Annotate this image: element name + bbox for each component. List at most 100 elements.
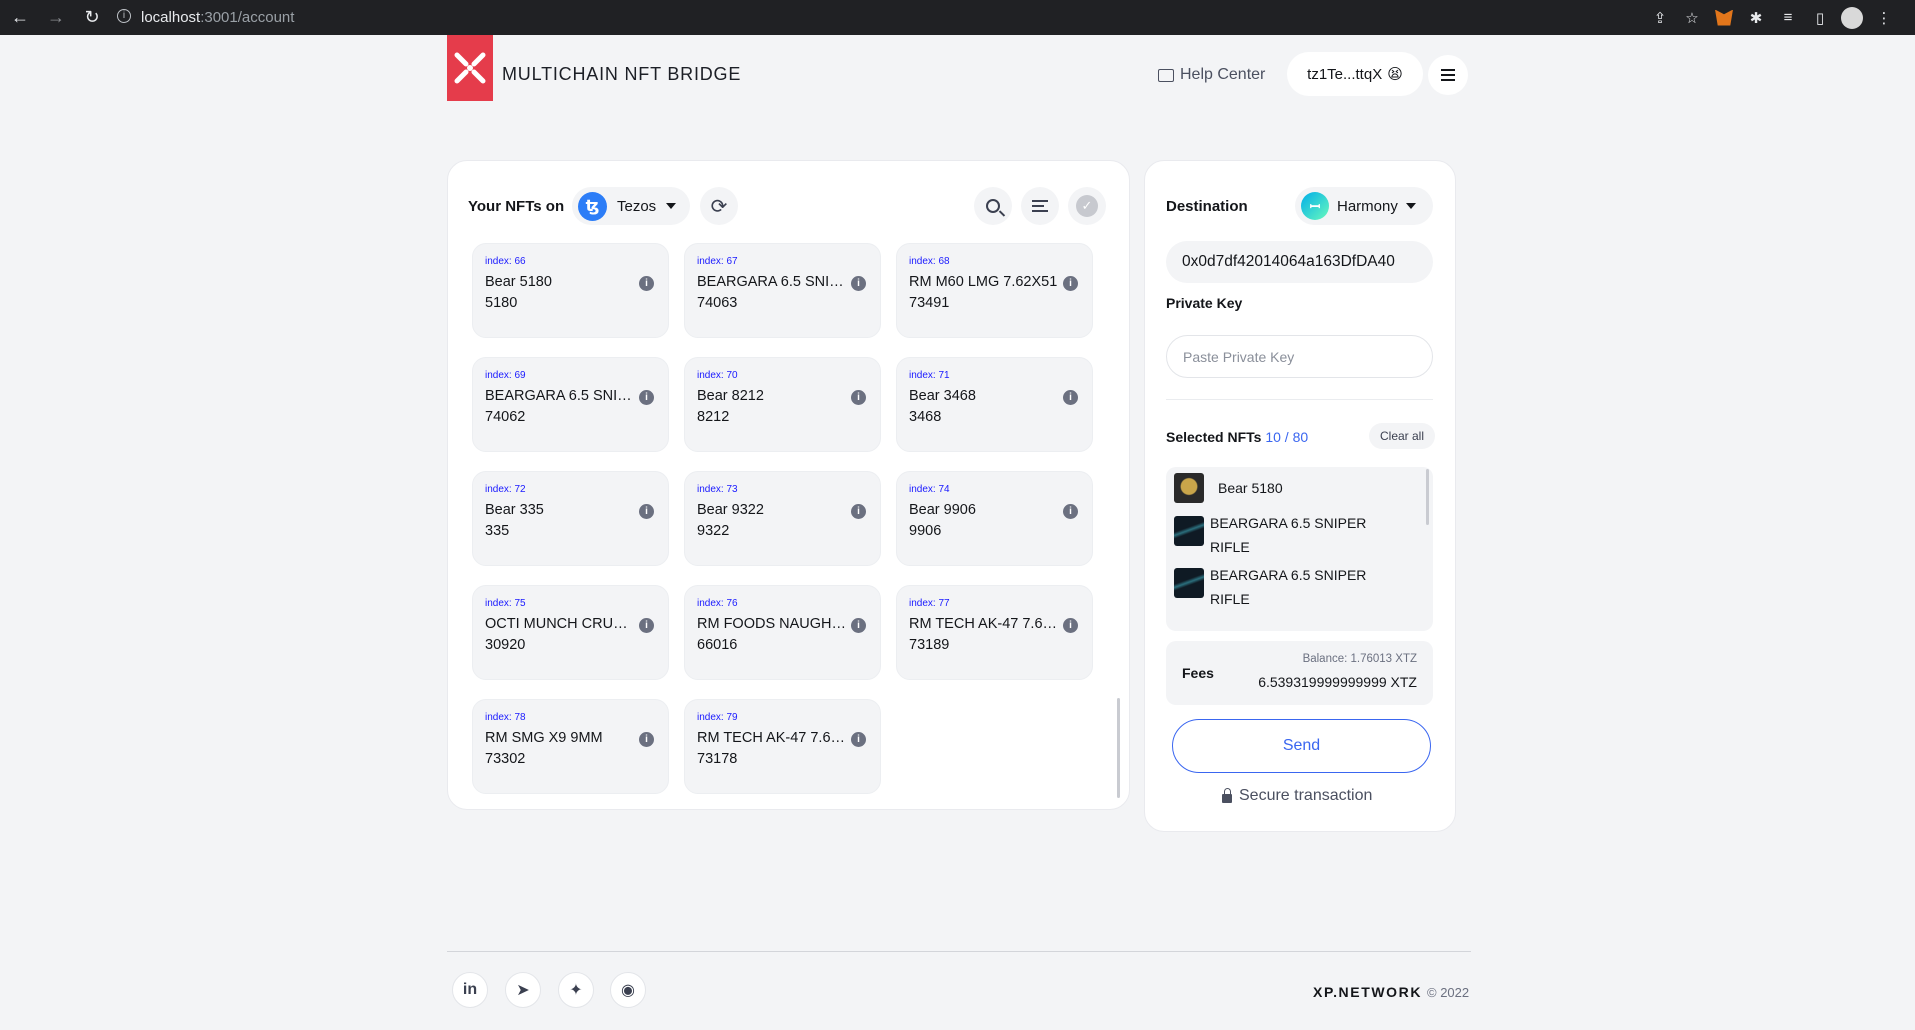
nft-index: index: 74 bbox=[909, 484, 950, 495]
footer-brand[interactable]: XP.NETWORK bbox=[1313, 984, 1422, 1000]
fees-box: Fees Balance: 1.76013 XTZ 6.539319999999… bbox=[1166, 641, 1433, 705]
browser-menu-icon[interactable]: ⋮ bbox=[1871, 5, 1897, 31]
info-icon[interactable]: i bbox=[639, 276, 654, 291]
nft-index: index: 67 bbox=[697, 256, 738, 267]
nft-index: index: 69 bbox=[485, 370, 526, 381]
nft-thumbnail bbox=[1174, 568, 1204, 598]
nft-card[interactable]: index: 69 BEARGARA 6.5 SNIPER RIFLE 74062 i bbox=[472, 357, 669, 452]
nft-index: index: 78 bbox=[485, 712, 526, 723]
twitter-icon[interactable]: ✦ bbox=[558, 972, 594, 1008]
grid-scrollbar[interactable] bbox=[1117, 698, 1120, 798]
nft-grid: index: 66 Bear 5180 5180 i index: 67 BEARGARA… bbox=[472, 243, 1112, 799]
nft-card[interactable]: index: 77 RM TECH AK-47 7.62X39 73189 i bbox=[896, 585, 1093, 680]
nft-index: index: 76 bbox=[697, 598, 738, 609]
nft-card[interactable]: index: 79 RM TECH AK-47 7.62X39 73178 i bbox=[684, 699, 881, 794]
balance-text: Balance: 1.76013 XTZ bbox=[1302, 653, 1417, 665]
lock-icon bbox=[1222, 787, 1232, 803]
info-icon[interactable]: i bbox=[639, 504, 654, 519]
nft-token-id: 30920 bbox=[485, 637, 526, 653]
wallet-button[interactable]: tz1Te...ttqX 😫 bbox=[1287, 52, 1423, 96]
info-icon[interactable]: i bbox=[639, 732, 654, 747]
refresh-button[interactable]: ⟳ bbox=[700, 187, 738, 225]
source-chain-label: Tezos bbox=[617, 197, 657, 215]
wallet-address: tz1Te...ttqX bbox=[1307, 65, 1383, 83]
nft-card[interactable]: index: 72 Bear 335 335 i bbox=[472, 471, 669, 566]
info-icon[interactable]: i bbox=[1063, 390, 1078, 405]
info-icon[interactable]: i bbox=[1063, 276, 1078, 291]
selected-nft-name: Bear 5180 bbox=[1218, 480, 1283, 496]
info-icon[interactable]: i bbox=[639, 618, 654, 633]
reddit-icon[interactable]: ◉ bbox=[610, 972, 646, 1008]
nft-card[interactable]: index: 70 Bear 8212 8212 i bbox=[684, 357, 881, 452]
send-button[interactable]: Send bbox=[1172, 719, 1431, 773]
info-icon[interactable]: i bbox=[639, 390, 654, 405]
nft-card[interactable]: index: 78 RM SMG X9 9MM 73302 i bbox=[472, 699, 669, 794]
nft-name: Bear 3468 bbox=[909, 388, 976, 404]
nft-card[interactable]: index: 71 Bear 3468 3468 i bbox=[896, 357, 1093, 452]
selected-nft-item[interactable]: BEARGARA 6.5 SNIPER RIFLE bbox=[1174, 563, 1380, 611]
info-icon[interactable]: i bbox=[851, 504, 866, 519]
nft-thumbnail bbox=[1174, 516, 1204, 546]
side-panel-icon[interactable]: ▯ bbox=[1807, 5, 1833, 31]
info-icon[interactable]: i bbox=[851, 390, 866, 405]
nft-index: index: 68 bbox=[909, 256, 950, 267]
site-info-icon[interactable]: i bbox=[117, 9, 131, 23]
info-icon[interactable]: i bbox=[851, 276, 866, 291]
profile-avatar[interactable] bbox=[1839, 5, 1865, 31]
private-key-input[interactable] bbox=[1166, 335, 1433, 378]
nft-card[interactable]: index: 67 BEARGARA 6.5 SNIPER RIFLE 74063 i bbox=[684, 243, 881, 338]
metamask-extension-icon[interactable] bbox=[1711, 5, 1737, 31]
clear-all-button[interactable]: Clear all bbox=[1369, 423, 1435, 449]
private-key-label: Private Key bbox=[1166, 295, 1243, 311]
source-chain-select[interactable]: ꜩ Tezos bbox=[572, 187, 690, 225]
bookmark-star-icon[interactable]: ☆ bbox=[1679, 5, 1705, 31]
address-bar[interactable]: i localhost:3001/account bbox=[105, 4, 1705, 31]
nft-token-id: 73491 bbox=[909, 295, 950, 311]
refresh-icon: ⟳ bbox=[710, 195, 728, 218]
telegram-icon[interactable]: ➤ bbox=[505, 972, 541, 1008]
info-icon[interactable]: i bbox=[1063, 618, 1078, 633]
nft-name: RM FOODS NAUGHTY bbox=[697, 616, 847, 632]
info-icon[interactable]: i bbox=[1063, 504, 1078, 519]
nft-index: index: 72 bbox=[485, 484, 526, 495]
info-icon[interactable]: i bbox=[851, 732, 866, 747]
xp-logo[interactable] bbox=[447, 35, 493, 101]
help-center-label: Help Center bbox=[1180, 66, 1266, 83]
nft-token-id: 74062 bbox=[485, 409, 526, 425]
nft-token-id: 74063 bbox=[697, 295, 738, 311]
nft-card[interactable]: index: 76 RM FOODS NAUGHTY 66016 i bbox=[684, 585, 881, 680]
search-button[interactable] bbox=[974, 187, 1012, 225]
select-all-button[interactable]: ✓ bbox=[1068, 187, 1106, 225]
selected-list-scrollbar[interactable] bbox=[1426, 469, 1429, 525]
nft-card[interactable]: index: 68 RM M60 LMG 7.62X51 73491 i bbox=[896, 243, 1093, 338]
help-center-link[interactable]: Help Center bbox=[1158, 66, 1265, 84]
destination-chain-select[interactable]: ꟷ Harmony bbox=[1295, 187, 1433, 225]
divider bbox=[1166, 399, 1433, 400]
nft-token-id: 73189 bbox=[909, 637, 950, 653]
secure-transaction-label: Secure transaction bbox=[1239, 787, 1373, 804]
nft-token-id: 3468 bbox=[909, 409, 942, 425]
selected-nft-item[interactable]: Bear 5180 bbox=[1174, 473, 1283, 503]
nft-card[interactable]: index: 73 Bear 9322 9322 i bbox=[684, 471, 881, 566]
destination-address-input[interactable]: 0x0d7df42014064a163DfDA40 bbox=[1166, 241, 1433, 283]
extensions-puzzle-icon[interactable]: ✱ bbox=[1743, 5, 1769, 31]
chevron-down-icon bbox=[666, 203, 677, 209]
back-icon[interactable]: ← bbox=[2, 7, 38, 28]
linkedin-icon[interactable]: in bbox=[452, 972, 488, 1008]
reading-list-icon[interactable]: ≡ bbox=[1775, 5, 1801, 31]
info-icon[interactable]: i bbox=[851, 618, 866, 633]
nft-name: Bear 9322 bbox=[697, 502, 764, 518]
nft-card[interactable]: index: 75 OCTI MUNCH CRUNCH 30920 i bbox=[472, 585, 669, 680]
url-text: localhost:3001/account bbox=[141, 9, 295, 26]
fees-label: Fees bbox=[1182, 665, 1214, 681]
forward-icon[interactable]: → bbox=[38, 7, 74, 28]
share-icon[interactable]: ⇪ bbox=[1647, 5, 1673, 31]
list-view-button[interactable] bbox=[1021, 187, 1059, 225]
nft-name: RM TECH AK-47 7.62X39 bbox=[909, 616, 1059, 632]
hamburger-menu-button[interactable] bbox=[1428, 55, 1468, 95]
nft-card[interactable]: index: 66 Bear 5180 5180 i bbox=[472, 243, 669, 338]
selected-nft-item[interactable]: BEARGARA 6.5 SNIPER RIFLE bbox=[1174, 511, 1380, 559]
nft-index: index: 66 bbox=[485, 256, 526, 267]
nft-card[interactable]: index: 74 Bear 9906 9906 i bbox=[896, 471, 1093, 566]
nft-token-id: 66016 bbox=[697, 637, 738, 653]
